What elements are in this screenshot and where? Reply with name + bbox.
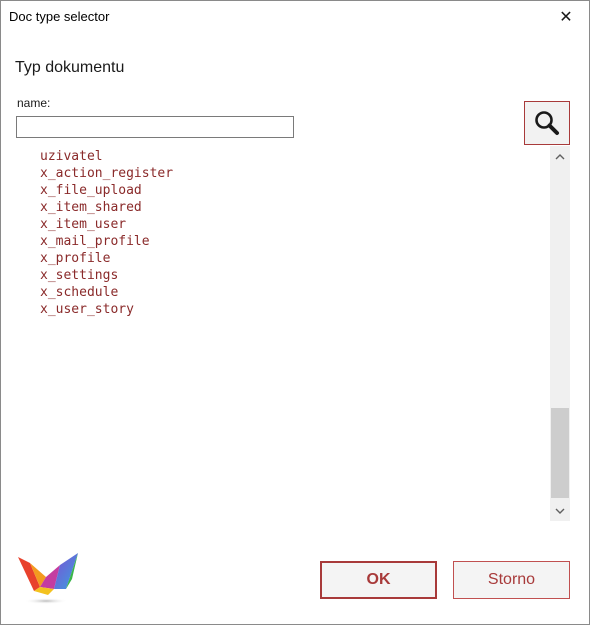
- section-heading: Typ dokumentu: [15, 59, 125, 76]
- list-item[interactable]: x_file_upload: [40, 182, 142, 199]
- title-bar: Doc type selector ✕: [1, 1, 589, 33]
- chevron-up-icon: [555, 153, 565, 159]
- scroll-up-button[interactable]: [550, 148, 570, 165]
- scroll-thumb[interactable]: [551, 408, 569, 498]
- doc-type-selector-dialog: Doc type selector ✕ Typ dokumentu name: …: [0, 0, 590, 625]
- search-button[interactable]: [524, 101, 570, 145]
- list-item[interactable]: x_profile: [40, 250, 110, 267]
- close-button[interactable]: ✕: [543, 1, 589, 33]
- list-item[interactable]: uzivatel: [40, 148, 103, 165]
- list-item[interactable]: x_item_shared: [40, 199, 142, 216]
- close-icon: ✕: [559, 9, 573, 26]
- chevron-down-icon: [555, 508, 565, 514]
- scroll-down-button[interactable]: [550, 502, 570, 519]
- list-item[interactable]: x_schedule: [40, 284, 118, 301]
- ok-button[interactable]: OK: [320, 561, 437, 599]
- list-item[interactable]: x_action_register: [40, 165, 173, 182]
- list-item[interactable]: x_user_story: [40, 301, 134, 318]
- app-logo: [18, 553, 78, 604]
- list-item[interactable]: x_settings: [40, 267, 118, 284]
- window-title: Doc type selector: [9, 9, 110, 24]
- name-field-label: name:: [17, 96, 51, 110]
- list-item[interactable]: x_item_user: [40, 216, 126, 233]
- list-scrollbar[interactable]: [550, 146, 570, 521]
- storno-button[interactable]: Storno: [453, 561, 570, 599]
- name-input[interactable]: [16, 116, 294, 138]
- list-item[interactable]: x_mail_profile: [40, 233, 150, 250]
- doc-type-list[interactable]: uzivatel x_action_register x_file_upload…: [16, 146, 550, 521]
- search-icon: [535, 111, 559, 135]
